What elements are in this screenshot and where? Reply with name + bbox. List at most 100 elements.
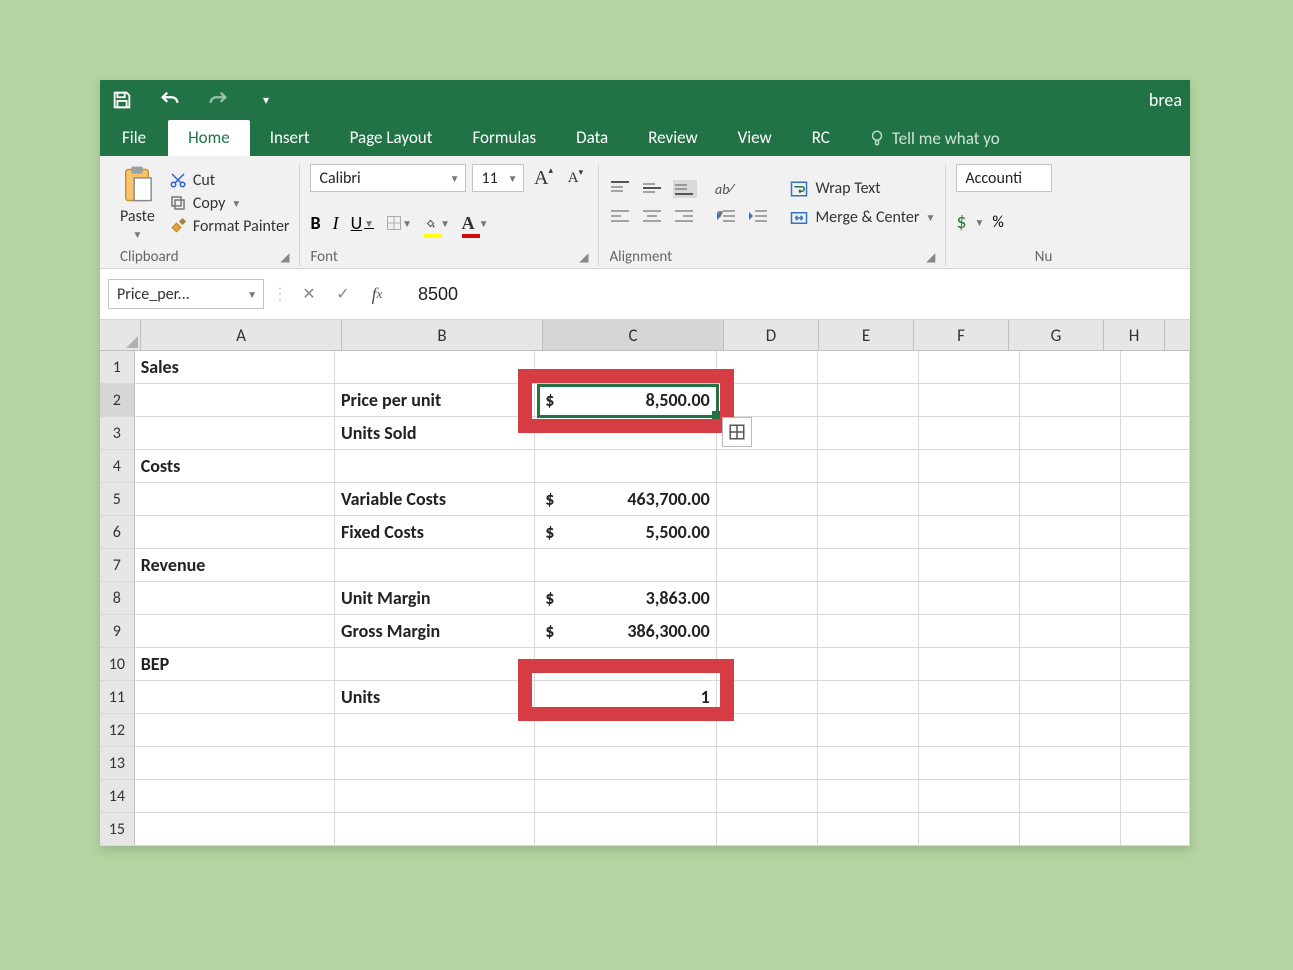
cell[interactable] [135,483,335,515]
cell[interactable] [919,417,1020,449]
fill-color-button[interactable]: ▼ [424,210,450,236]
increase-font-icon[interactable]: A▴ [530,165,556,191]
cell[interactable]: Gross Margin [335,615,535,647]
cell[interactable] [135,582,335,614]
cell[interactable] [1020,780,1121,812]
cell[interactable] [1020,483,1121,515]
cell[interactable] [919,351,1020,383]
cell[interactable]: Units Sold [335,417,535,449]
orientation-icon[interactable]: ab▼ [715,180,739,198]
cell[interactable] [818,747,919,779]
cell[interactable]: $3,863.00 [535,582,717,614]
tab-insert[interactable]: Insert [250,120,330,156]
cell[interactable] [717,582,818,614]
tab-file[interactable]: File [100,120,168,156]
align-middle-icon[interactable] [641,180,665,198]
cell[interactable]: Units [335,681,535,713]
borders-button[interactable]: ▼ [386,210,412,236]
cell[interactable] [1020,681,1121,713]
cell[interactable]: Sales [135,351,335,383]
cell[interactable] [1020,747,1121,779]
select-all-corner[interactable] [100,320,141,350]
undo-icon[interactable] [156,86,184,114]
cell[interactable] [717,516,818,548]
cell[interactable] [717,450,818,482]
row-header[interactable]: 12 [100,714,135,746]
cell[interactable] [717,813,818,845]
cell[interactable] [535,351,717,383]
align-left-icon[interactable] [609,208,633,226]
cell[interactable] [1121,582,1190,614]
fx-icon[interactable]: fx [364,281,390,307]
cell[interactable] [1020,417,1121,449]
cell[interactable] [919,681,1020,713]
cell[interactable] [1020,351,1121,383]
cancel-formula-icon[interactable]: ✕ [296,281,322,307]
cell[interactable] [818,351,919,383]
cell[interactable] [919,516,1020,548]
cell[interactable]: $463,700.00 [535,483,717,515]
cell[interactable] [335,780,535,812]
tab-rc[interactable]: RC [792,120,850,156]
cell[interactable] [818,813,919,845]
cell[interactable]: Fixed Costs [335,516,535,548]
cell[interactable] [335,813,535,845]
wrap-text-button[interactable]: Wrap Text [789,179,935,198]
paste-button[interactable]: Paste ▼ [120,165,161,241]
cell[interactable] [919,384,1020,416]
cell[interactable] [135,813,335,845]
cell[interactable] [1121,351,1190,383]
qat-customize-icon[interactable]: ▾ [252,86,280,114]
cell[interactable] [919,813,1020,845]
cell[interactable]: Price per unit [335,384,535,416]
row-header[interactable]: 11 [100,681,135,713]
cell[interactable]: 1 [535,681,717,713]
chevron-down-icon[interactable]: ▼ [132,228,142,241]
tab-home[interactable]: Home [168,120,250,156]
row-header[interactable]: 3 [100,417,135,449]
cell[interactable]: Unit Margin [335,582,535,614]
row-header[interactable]: 2 [100,384,135,416]
tell-me-search[interactable]: Tell me what yo [868,120,1000,156]
cell[interactable] [818,648,919,680]
cell[interactable] [818,483,919,515]
cell[interactable] [535,747,717,779]
cell[interactable] [818,450,919,482]
cell[interactable]: $386,300.00 [535,615,717,647]
tab-view[interactable]: View [718,120,792,156]
cell[interactable] [535,450,717,482]
cell[interactable] [535,780,717,812]
accounting-format-button[interactable]: $ [956,210,966,234]
cell[interactable] [335,351,535,383]
cell[interactable] [1020,582,1121,614]
format-painter-button[interactable]: Format Painter [169,217,290,236]
cell[interactable] [1121,483,1190,515]
font-name-combo[interactable]: Calibri ▼ [310,164,466,192]
cell[interactable] [717,384,818,416]
cell[interactable] [535,813,717,845]
cell[interactable] [717,780,818,812]
row-header[interactable]: 5 [100,483,135,515]
align-bottom-icon[interactable] [673,180,697,198]
align-top-icon[interactable] [609,180,633,198]
cell[interactable] [919,549,1020,581]
row-header[interactable]: 7 [100,549,135,581]
cell[interactable] [1020,549,1121,581]
cell[interactable] [1121,384,1190,416]
cell[interactable] [919,615,1020,647]
dialog-launcher-icon[interactable]: ◢ [280,250,289,265]
align-center-icon[interactable] [641,208,665,226]
cell[interactable] [717,549,818,581]
font-size-combo[interactable]: 11 ▼ [472,164,524,192]
cell[interactable] [717,747,818,779]
row-header[interactable]: 13 [100,747,135,779]
percent-format-button[interactable]: % [992,213,1003,232]
increase-indent-icon[interactable] [747,208,771,226]
cell[interactable] [135,417,335,449]
name-box[interactable]: Price_per... ▼ [108,279,264,309]
cell[interactable] [1121,747,1190,779]
cell[interactable] [919,450,1020,482]
row-header[interactable]: 6 [100,516,135,548]
cell[interactable] [919,714,1020,746]
col-header-a[interactable]: A [141,320,342,350]
